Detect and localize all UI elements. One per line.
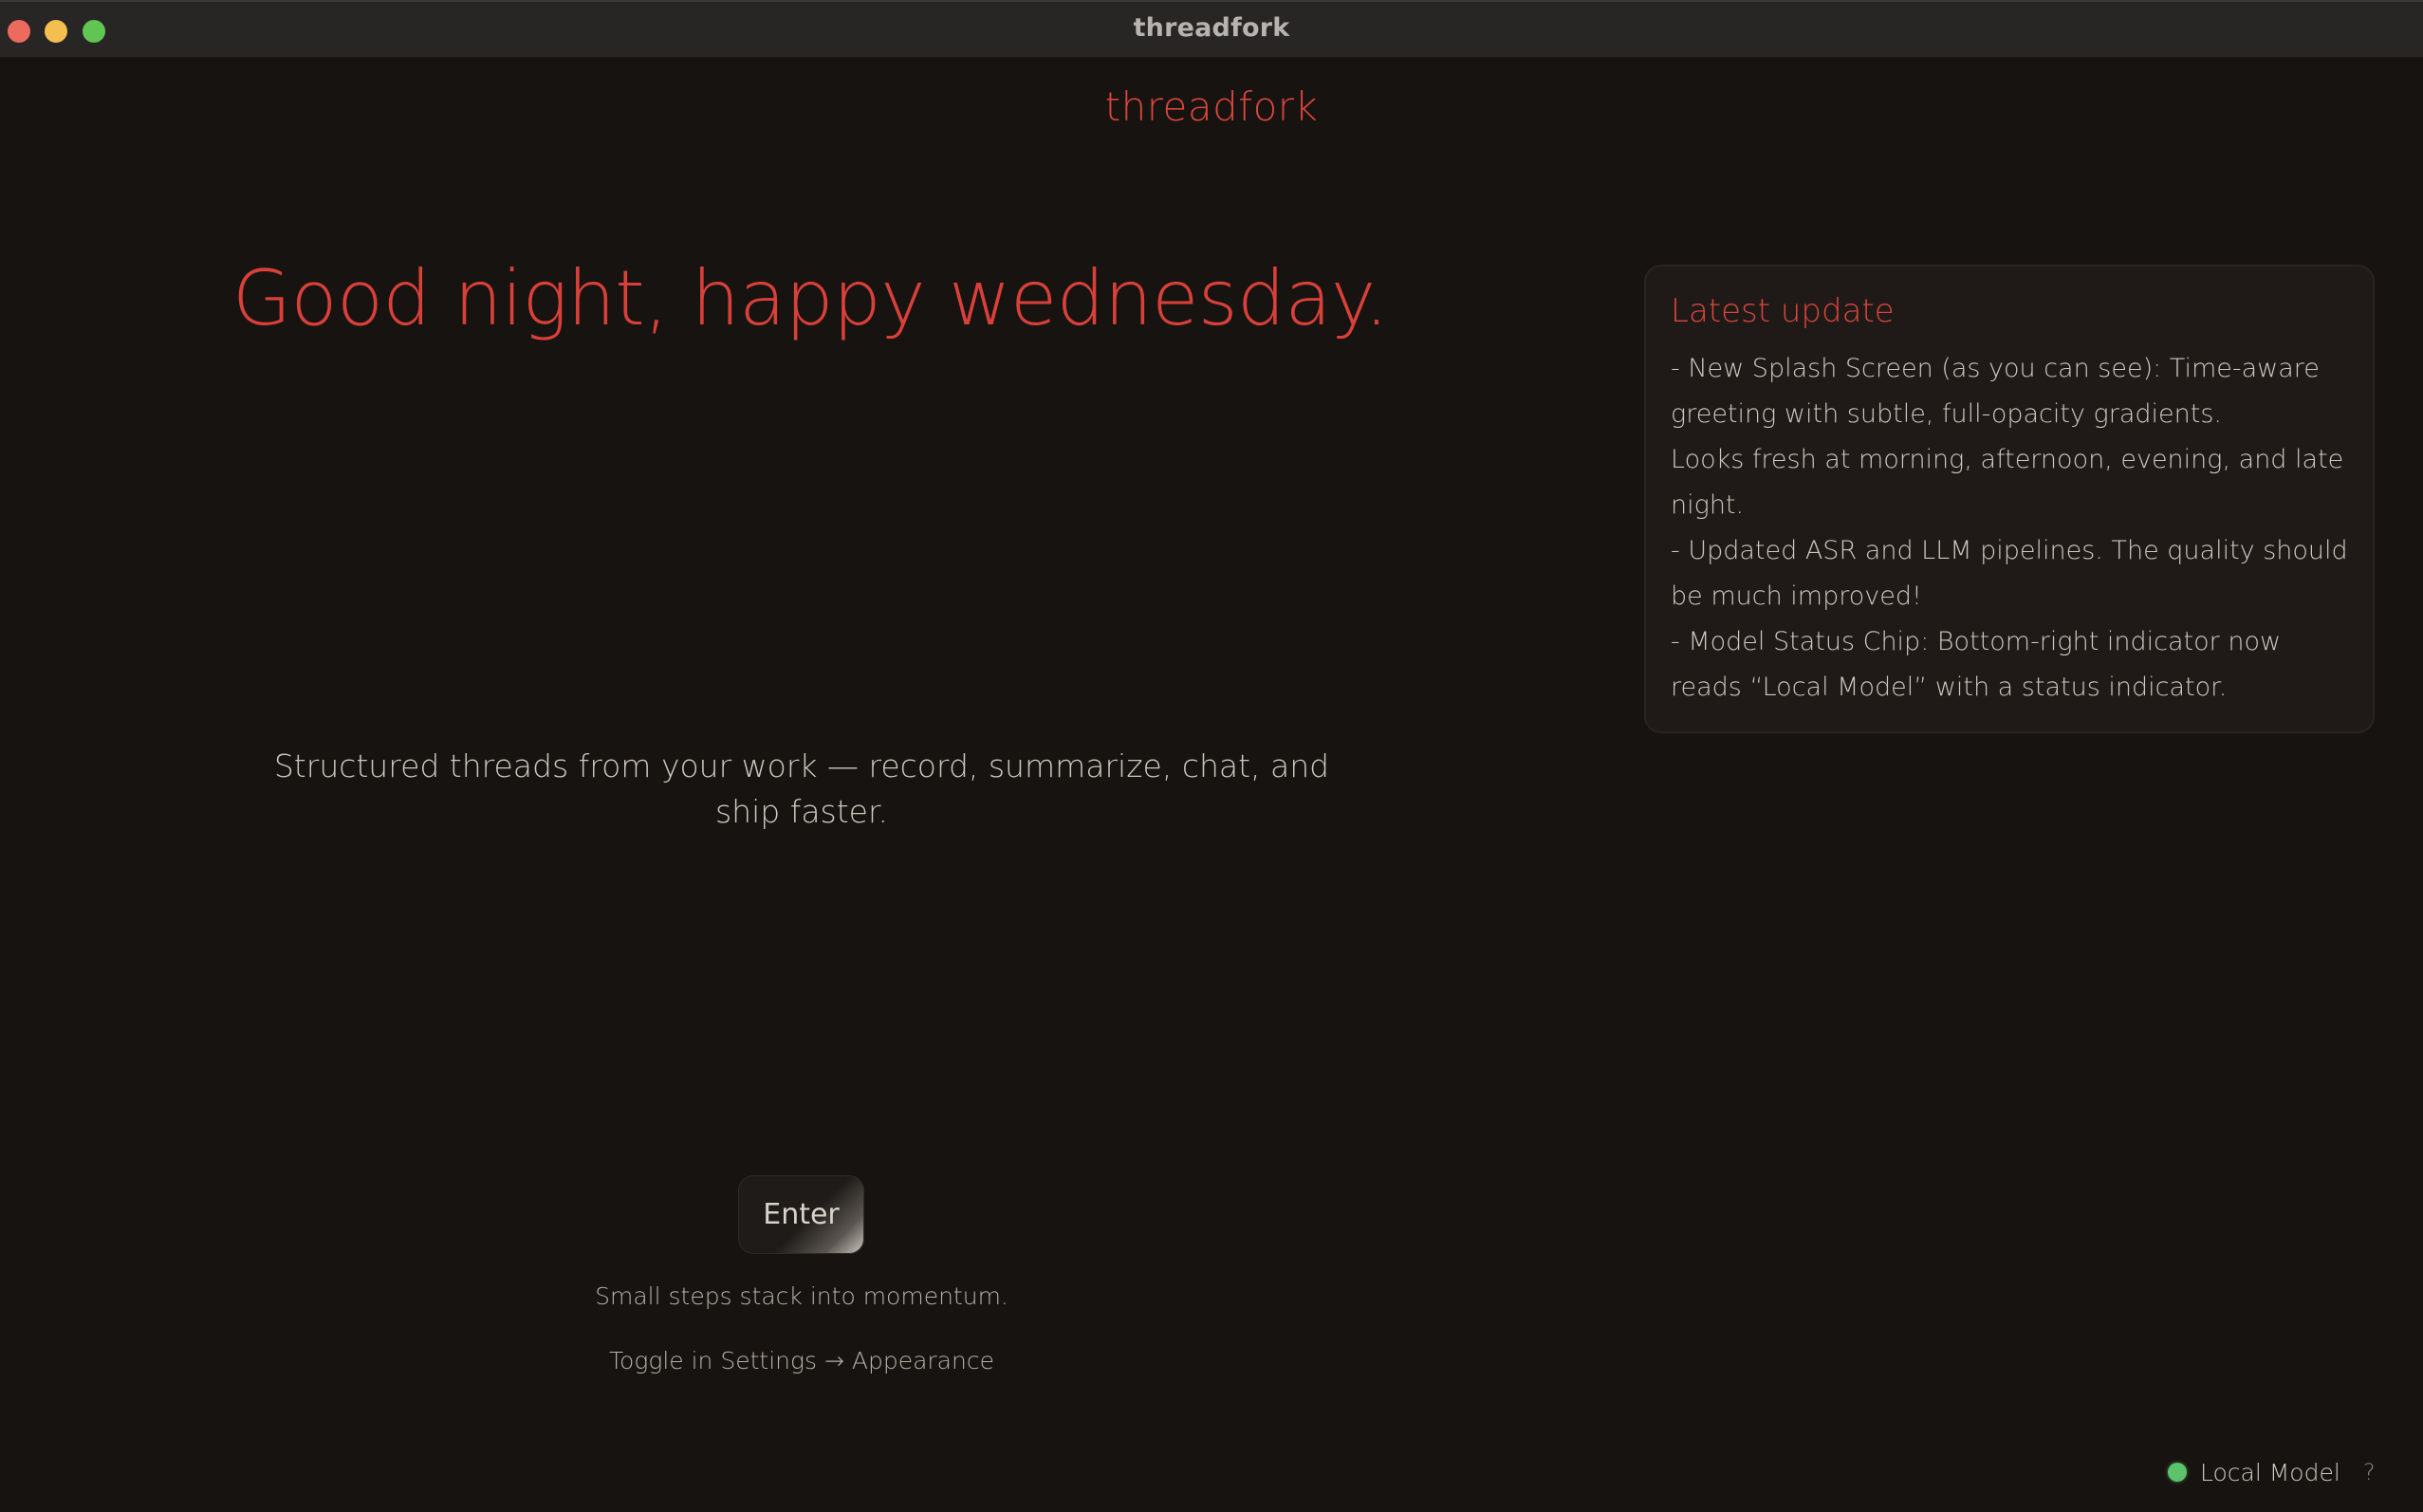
update-card-title: Latest update [1671,292,1895,330]
enter-button-label: Enter [763,1198,840,1231]
status-dot-icon [2168,1463,2187,1482]
motto-text: Small steps stack into momentum. [595,1282,1008,1310]
settings-toggle-hint: Toggle in Settings → Appearance [609,1347,994,1374]
tagline-text: Structured threads from your work — reco… [273,747,1330,830]
greeting-heading: Good night, happy wednesday. [232,254,1389,342]
window-title: threadfork [1133,13,1290,43]
latest-update-card: Latest update - New Splash Screen (as yo… [1644,265,2375,733]
update-line: - Updated ASR and LLM pipelines. The qua… [1671,536,2348,611]
app-window: threadfork threadfork Good night, happy … [0,0,2423,1512]
update-line: - New Splash Screen (as you can see): Ti… [1671,354,2320,429]
help-icon[interactable]: ? [2363,1459,2376,1485]
model-status-chip[interactable]: Local Model ? [2168,1453,2376,1491]
model-status-label: Local Model [2200,1458,2340,1486]
enter-button[interactable]: Enter [738,1175,864,1254]
update-line: Looks fresh at morning, afternoon, eveni… [1671,445,2344,520]
title-bar: threadfork [0,2,2423,58]
update-line: - Model Status Chip: Bottom-right indica… [1671,627,2282,702]
brand-name: threadfork [1104,83,1319,130]
